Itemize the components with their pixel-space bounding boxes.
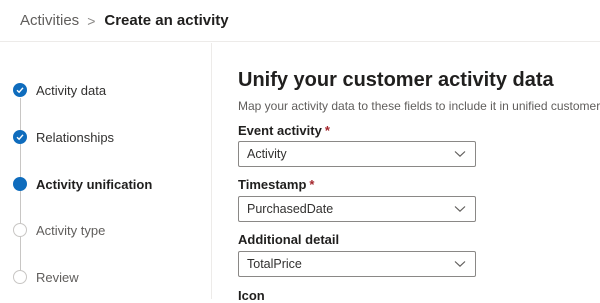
field-label-text: Timestamp [238,177,307,192]
chevron-down-icon [454,261,466,268]
section-title: Unify your customer activity data [238,69,554,91]
field-label-text: Icon [238,288,265,303]
additional-detail-dropdown[interactable]: TotalPrice [238,251,476,277]
step-label: Activity data [36,82,107,98]
step-activity-data[interactable]: Activity data [13,80,106,100]
additional-detail-label: Additional detail [238,232,339,247]
step-label: Review [36,269,79,285]
section-subtitle: Map your activity data to these fields t… [238,99,600,113]
page-title: Create an activity [104,12,229,29]
icon-label: Icon [238,288,265,303]
step-activity-type[interactable]: Activity type [13,220,105,240]
step-label: Activity unification [36,176,153,192]
pending-step-indicator-icon [13,223,27,237]
step-relationships[interactable]: Relationships [13,127,114,147]
step-review[interactable]: Review [13,267,79,287]
dropdown-value: TotalPrice [247,257,302,271]
chevron-right-icon: > [87,12,96,29]
checkmark-icon [13,83,27,97]
step-activity-unification[interactable]: Activity unification [13,174,152,194]
checkmark-icon [13,130,27,144]
timestamp-label: Timestamp * [238,177,314,192]
field-label-text: Additional detail [238,232,340,247]
timestamp-dropdown[interactable]: PurchasedDate [238,196,476,222]
required-mark: * [309,177,315,192]
event-activity-label: Event activity * [238,123,330,138]
step-navigation: Activity data Relationships Activity uni… [0,43,212,299]
dropdown-value: Activity [247,147,287,161]
step-label: Activity type [36,222,106,238]
field-label-text: Event activity [238,123,322,138]
event-activity-dropdown[interactable]: Activity [238,141,476,167]
required-mark: * [324,123,330,138]
current-step-indicator-icon [13,177,27,191]
chevron-down-icon [454,206,466,213]
chevron-down-icon [454,151,466,158]
pending-step-indicator-icon [13,270,27,284]
step-label: Relationships [36,129,115,145]
breadcrumb: Activities > Create an activity [0,0,600,42]
breadcrumb-activities-link[interactable]: Activities [20,12,79,29]
dropdown-value: PurchasedDate [247,202,334,216]
